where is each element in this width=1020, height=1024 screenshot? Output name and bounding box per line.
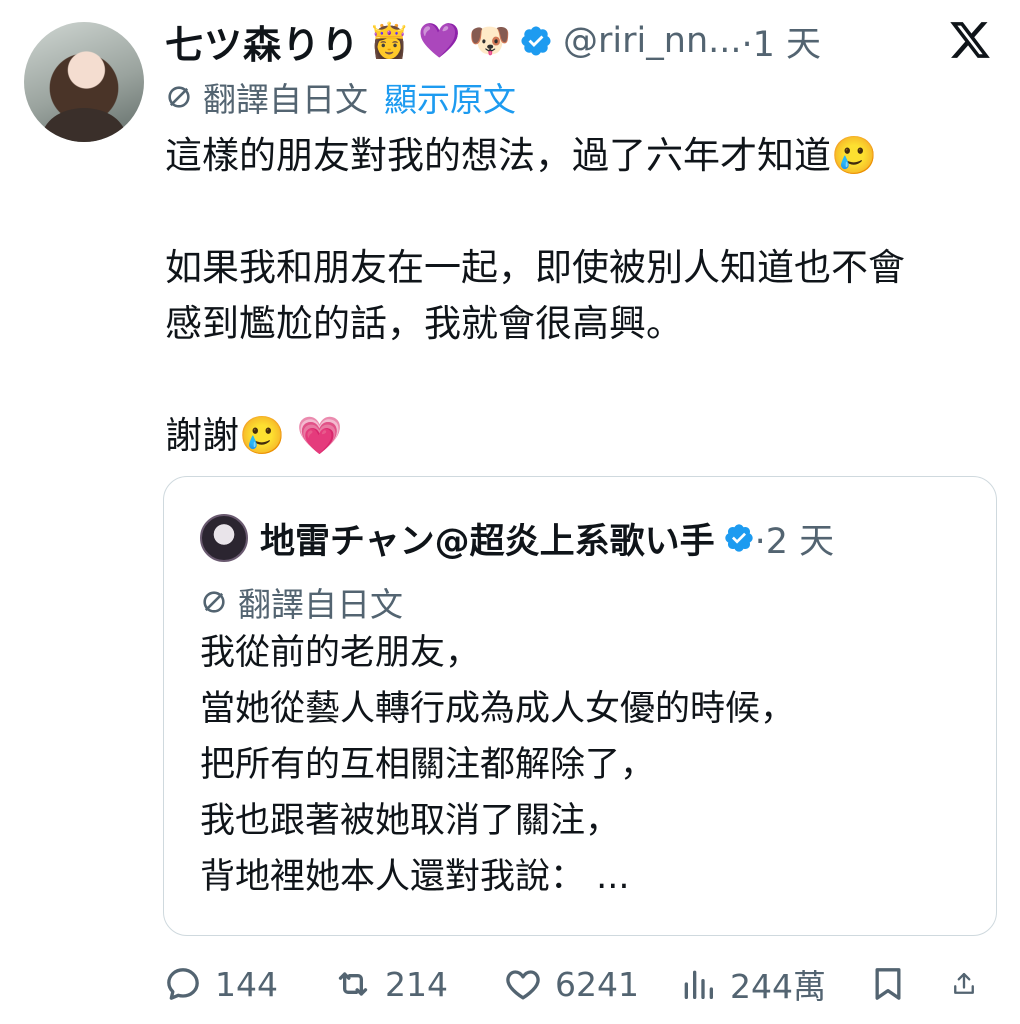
avatar-figure [42,108,126,142]
princess-emoji: 👸 [368,21,411,61]
tweet-card: 七ツ森りり 👸 💜 🐶 @riri_nn... ·1 天 翻譯自日文 顯示原文 … [0,0,1020,1024]
quoted-text-line: 把所有的互相關注都解除了， [200,745,656,785]
translate-icon [203,591,225,613]
tweet-action-bar: 144 214 6241 244萬 [163,956,997,1012]
quoted-text-line: 我也跟著被她取消了關注， [200,801,621,841]
repost-button[interactable]: 214 [333,964,503,1004]
repost-count: 214 [385,964,448,1004]
quoted-text-line: 我從前的老朋友， [200,633,481,673]
translated-from-label: 翻譯自日文 [203,80,368,119]
share-button[interactable] [950,964,990,1004]
quoted-text-line: 背地裡她本人還對我說： ... [200,857,630,897]
like-count: 6241 [555,964,639,1004]
quoted-tweet-text: 我從前的老朋友， 當她從藝人轉行成為成人女優的時候， 把所有的互相關注都解除了，… [200,625,980,905]
tweet-header: 七ツ森りり 👸 💜 🐶 @riri_nn... ·1 天 [165,14,821,68]
reply-button[interactable]: 144 [163,964,333,1004]
tweet-text-line: 謝謝🥲 💗 [165,414,343,457]
verified-badge-icon [521,26,551,56]
x-logo-icon[interactable] [948,18,992,62]
tweet-timestamp[interactable]: ·1 天 [742,16,822,67]
quoted-translated-from-label: 翻譯自日文 [238,585,403,624]
author-avatar[interactable] [24,22,144,142]
quoted-tweet-timestamp[interactable]: ·2 天 [755,513,835,564]
bookmark-icon [875,968,901,1000]
view-count: 244萬 [730,967,826,1006]
show-original-link[interactable]: 顯示原文 [384,73,516,121]
translate-icon [168,86,190,108]
like-button[interactable]: 6241 [503,964,678,1004]
quoted-author-name[interactable]: 地雷チャン@超炎上系歌い手 [260,513,715,564]
views-chart-icon [684,970,713,999]
verified-badge-icon [724,524,753,552]
bookmark-button[interactable] [868,964,950,1004]
share-icon [954,972,974,994]
reply-count: 144 [215,964,278,1004]
tweet-text: 這樣的朋友對我的想法，過了六年才知道🥲 如果我和朋友在一起，即使被別人知道也不會… [165,128,995,464]
author-display-name[interactable]: 七ツ森りり [165,14,360,69]
tweet-text-line: 感到尷尬的話，我就會很高興。 [165,302,683,345]
repost-icon [338,972,368,996]
views-button[interactable]: 244萬 [678,960,868,1008]
quoted-translation-notice: 翻譯自日文 [200,579,403,625]
quoted-tweet-header: 地雷チャン@超炎上系歌い手 ·2 天 [200,513,834,563]
author-handle[interactable]: @riri_nn... [563,21,741,61]
translation-notice: 翻譯自日文 顯示原文 [165,74,516,120]
reply-icon [167,968,199,1000]
dog-emoji: 🐶 [468,21,512,61]
heart-icon [506,970,540,1000]
quoted-author-avatar[interactable] [200,514,248,562]
purple-heart-emoji: 💜 [418,21,461,61]
tweet-text-line: 這樣的朋友對我的想法，過了六年才知道🥲 [165,134,878,177]
quoted-tweet[interactable]: 地雷チャン@超炎上系歌い手 ·2 天 翻譯自日文 我從前的老朋友， 當她從藝人轉… [163,476,997,936]
tweet-text-line: 如果我和朋友在一起，即使被別人知道也不會 [165,246,905,289]
quoted-text-line: 當她從藝人轉行成為成人女優的時候， [200,689,796,729]
